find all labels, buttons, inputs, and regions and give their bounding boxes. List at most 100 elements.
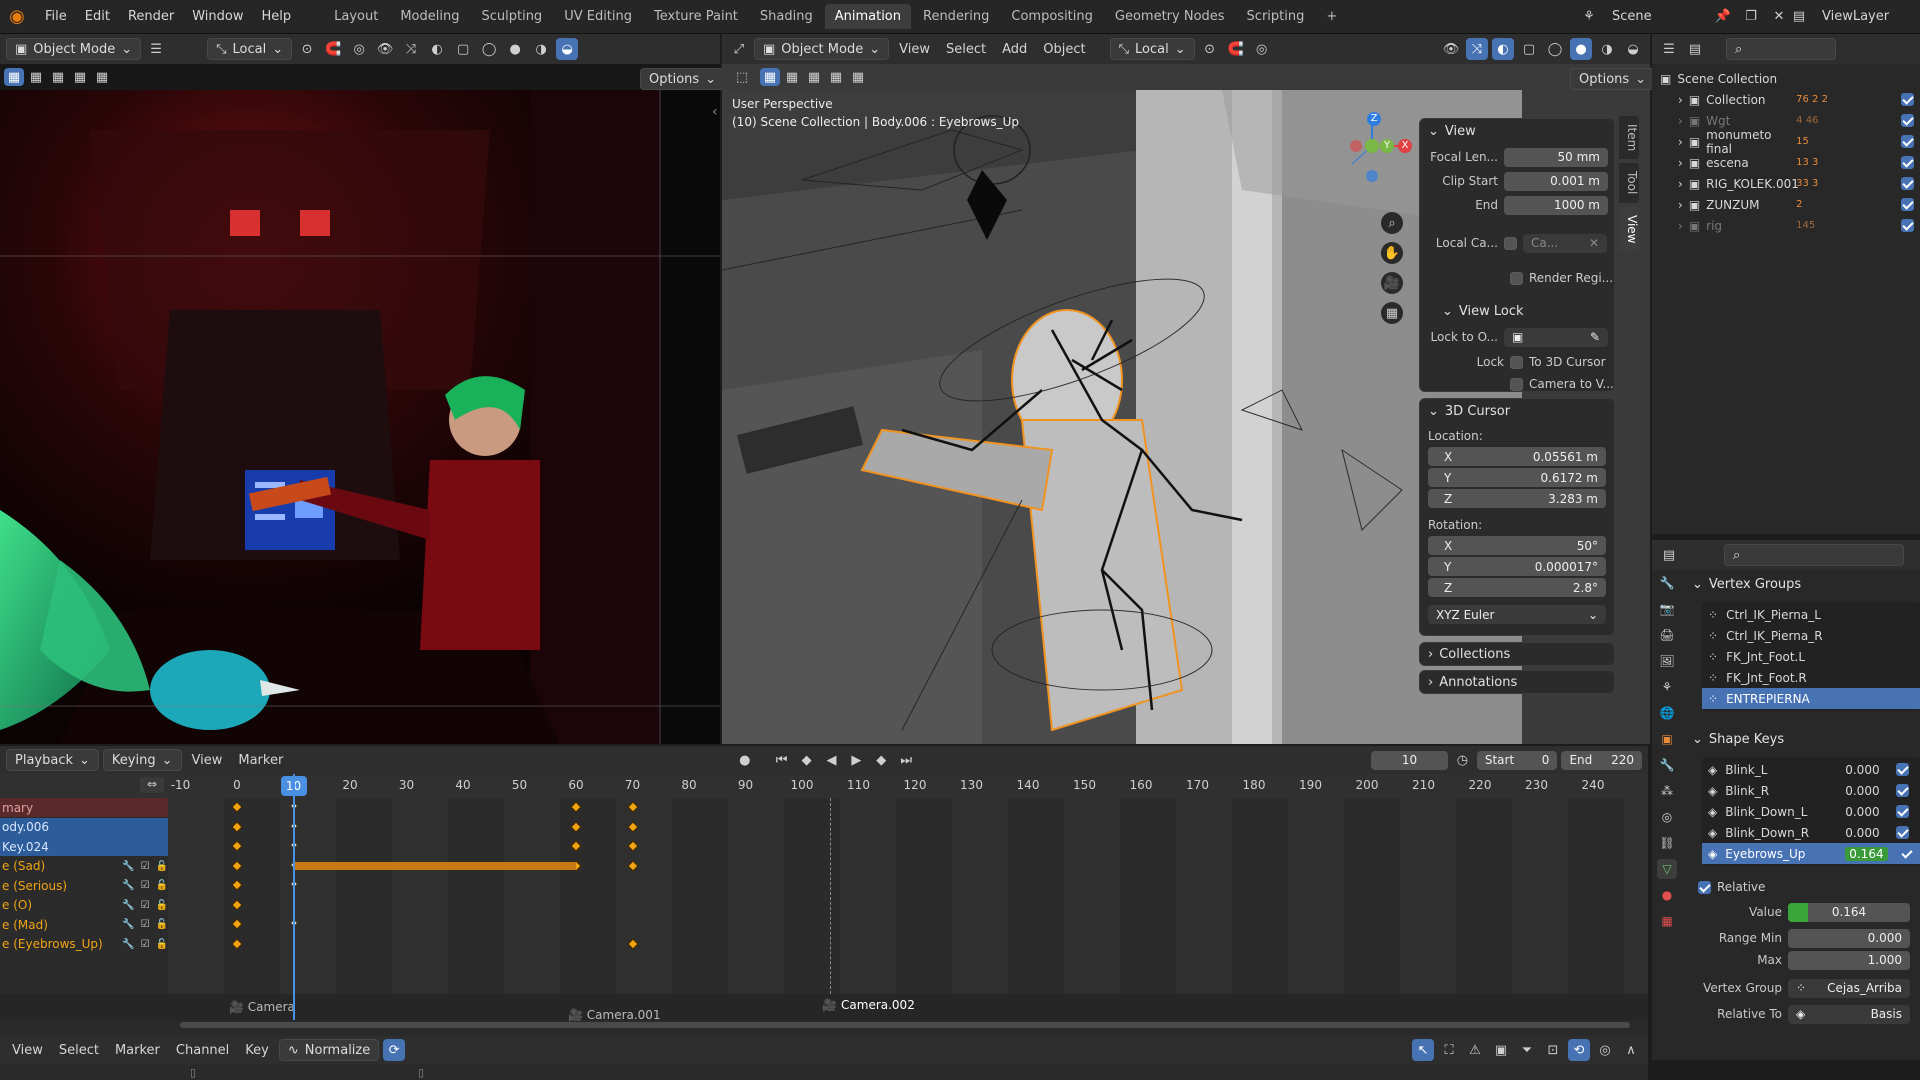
menu-help[interactable]: Help — [253, 9, 301, 24]
shape-key-value[interactable]: 0.164 — [1845, 846, 1888, 861]
tab-animation[interactable]: Animation — [824, 4, 911, 29]
pivot-icon[interactable]: ⊙ — [1199, 38, 1221, 60]
channel-row[interactable]: ody.006 — [0, 817, 168, 837]
tab-item[interactable]: Item — [1619, 116, 1639, 160]
range-min-field[interactable]: 0.000 — [1788, 928, 1910, 948]
solid-shading-icon[interactable]: ● — [1570, 38, 1592, 60]
jump-keyframe-forward-icon[interactable]: ◆ — [871, 749, 892, 771]
only-selected-icon[interactable]: ↖ — [1412, 1039, 1434, 1061]
relative-to-field[interactable]: ◈ Basis — [1788, 1004, 1910, 1024]
world-tab-icon[interactable]: 🌐 — [1657, 703, 1677, 723]
lock-icon[interactable]: 🔓 — [156, 939, 168, 950]
tool-tab-icon[interactable]: 🔧 — [1657, 573, 1677, 593]
outliner-item-checkbox[interactable] — [1901, 114, 1914, 127]
location-z-field[interactable]: Z 3.283 m — [1428, 489, 1606, 508]
menu-add[interactable]: Add — [996, 42, 1033, 57]
menu-file[interactable]: File — [36, 9, 76, 24]
checkbox-icon[interactable]: ☑ — [141, 919, 150, 930]
menu-marker[interactable]: Marker — [109, 1043, 166, 1058]
tab-texture-paint[interactable]: Texture Paint — [644, 4, 748, 29]
location-x-field[interactable]: X 0.05561 m — [1428, 447, 1606, 466]
object-tab-icon[interactable]: ▣ — [1657, 729, 1677, 749]
menu-select[interactable]: Select — [940, 42, 992, 57]
focal-length-field[interactable]: 50 mm — [1504, 147, 1608, 167]
scene-icon[interactable]: ⚘ — [1578, 5, 1600, 27]
tab-tool[interactable]: Tool — [1619, 163, 1639, 203]
tab-view[interactable]: View — [1619, 206, 1639, 252]
visibility-icon[interactable]: 👁 — [1440, 38, 1462, 60]
annotations-section[interactable]: › Annotations — [1419, 670, 1615, 694]
wrench-icon[interactable]: 🔧 — [122, 861, 134, 872]
shape-key-value[interactable]: 0.000 — [1845, 805, 1879, 819]
select-subtract-icon[interactable]: ▦ — [804, 68, 824, 86]
viewport-mode-dropdown[interactable]: ▣ Object Mode ⌄ — [754, 38, 890, 60]
rotation-mode-dropdown[interactable]: XYZ Euler ⌄ — [1428, 605, 1606, 624]
xray-icon[interactable]: ▢ — [452, 38, 474, 60]
clear-icon[interactable]: ✕ — [1589, 236, 1599, 250]
shape-key-value[interactable]: 0.000 — [1845, 826, 1879, 840]
wrench-icon[interactable]: 🔧 — [122, 880, 134, 891]
pan-hand-icon[interactable]: ✋ — [1381, 242, 1403, 264]
start-frame-field[interactable]: Start 0 — [1476, 750, 1558, 770]
outliner-item-checkbox[interactable] — [1901, 219, 1914, 232]
checkbox-icon[interactable]: ☑ — [141, 880, 150, 891]
horizontal-scrollbar[interactable] — [180, 1022, 1630, 1028]
menu-window[interactable]: Window — [183, 9, 252, 24]
orientation-dropdown[interactable]: ⤡ Local ⌄ — [207, 38, 293, 60]
render-region-checkbox[interactable] — [1510, 271, 1523, 285]
viewport-orientation-dropdown[interactable]: ⤡ Local ⌄ — [1109, 38, 1195, 60]
outliner-item-checkbox[interactable] — [1901, 135, 1914, 148]
keying-dropdown[interactable]: Keying ⌄ — [102, 749, 182, 771]
menu-key[interactable]: Key — [239, 1043, 275, 1058]
shape-key-mute-checkbox[interactable] — [1899, 847, 1913, 860]
vertex-group-field[interactable]: ⁘ Cejas_Arriba — [1788, 978, 1910, 998]
new-scene-icon[interactable]: ❐ — [1740, 5, 1762, 27]
outliner-editor-type-icon[interactable]: ☰ — [1658, 38, 1680, 60]
location-y-field[interactable]: Y 0.6172 m — [1428, 468, 1606, 487]
marker-camera-002[interactable]: 🎥 Camera.002 — [822, 998, 915, 1012]
marker-camera[interactable]: 🎥 Camera — [229, 1000, 295, 1014]
filter-collection-icon[interactable]: ▣ — [1490, 1039, 1512, 1061]
lock-icon[interactable]: 🔓 — [156, 880, 168, 891]
proportional-icon[interactable]: ◎ — [1251, 38, 1273, 60]
render-tab-icon[interactable]: 📷 — [1657, 599, 1677, 619]
lock-camera-checkbox[interactable] — [1510, 377, 1523, 391]
menu-marker[interactable]: Marker — [232, 753, 289, 768]
rotation-y-field[interactable]: Y 0.000017° — [1428, 557, 1606, 576]
menu-view[interactable]: View — [186, 753, 229, 768]
frame-ruler[interactable]: ⇔ -1001020304050607080901001101201301401… — [0, 774, 1648, 798]
jump-end-icon[interactable]: ⏭ — [896, 749, 917, 771]
vertex-group-item-selected[interactable]: ⁘ ENTREPIERNA — [1702, 688, 1920, 709]
clip-start-field[interactable]: 0.001 m — [1504, 171, 1608, 191]
channel-row[interactable]: mary — [0, 798, 168, 817]
proportional-icon[interactable]: ◎ — [1594, 1039, 1616, 1061]
tab-shading[interactable]: Shading — [750, 4, 823, 29]
select-invert-icon[interactable]: ▦ — [70, 68, 90, 86]
tab-rendering[interactable]: Rendering — [913, 4, 999, 29]
xray-icon[interactable]: ▢ — [1518, 38, 1540, 60]
hamburger-icon[interactable]: ☰ — [145, 38, 167, 60]
vertex-group-item[interactable]: ⁘ FK_Jnt_Foot.L — [1702, 646, 1920, 667]
editor-type-icon[interactable]: ⤢ — [728, 38, 750, 60]
channel-row[interactable]: e (Sad) 🔧 ☑ 🔓 — [0, 857, 168, 876]
outliner-item-collection[interactable]: › ▣ Collection 76 2 2 — [1652, 89, 1920, 110]
outliner-item-escena[interactable]: › ▣ escena 13 3 — [1652, 152, 1920, 173]
wrench-icon[interactable]: 🔧 — [122, 900, 134, 911]
3d-cursor-header[interactable]: ⌄ 3D Cursor — [1420, 399, 1614, 423]
tab-modeling[interactable]: Modeling — [390, 4, 469, 29]
channel-row[interactable]: e (Mad) 🔧 ☑ 🔓 — [0, 915, 168, 934]
outliner-item-checkbox[interactable] — [1901, 177, 1914, 190]
wrench-icon[interactable]: 🔧 — [122, 919, 134, 930]
channel-row[interactable]: e (Eyebrows_Up) 🔧 ☑ 🔓 — [0, 935, 168, 954]
blender-logo-icon[interactable]: ◉ — [6, 6, 28, 28]
shape-key-item[interactable]: ◈ Blink_L 0.000 — [1702, 759, 1920, 780]
mode-dropdown[interactable]: ▣ Object Mode ⌄ — [6, 38, 142, 60]
filter-icon[interactable]: ⏷ — [1516, 1039, 1538, 1061]
camera-options-dropdown[interactable]: Options ⌄ — [640, 68, 726, 90]
current-frame-field[interactable]: 10 — [1371, 750, 1448, 770]
snap-icon[interactable]: 🧲 — [322, 38, 344, 60]
proportional-icon[interactable]: ◎ — [348, 38, 370, 60]
relative-checkbox[interactable] — [1698, 880, 1711, 894]
auto-snap-icon[interactable]: ⟲ — [1568, 1039, 1590, 1061]
menu-channel[interactable]: Channel — [170, 1043, 235, 1058]
